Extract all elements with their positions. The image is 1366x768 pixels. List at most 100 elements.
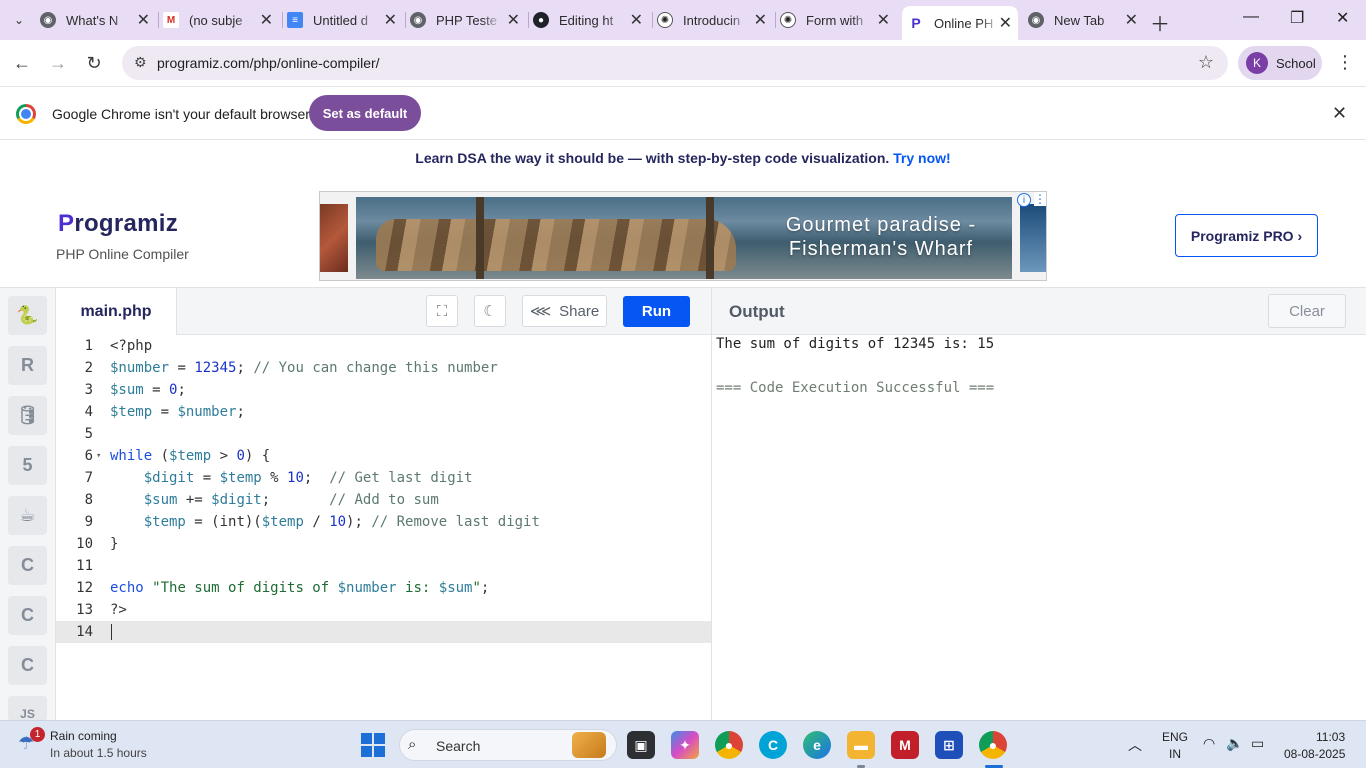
close-tab-icon[interactable]: ✕	[877, 10, 890, 30]
advertisement-banner[interactable]: Gourmet paradise - Fisherman's Wharf i ⋮	[319, 191, 1047, 281]
clock-date[interactable]: 08-08-2025	[1284, 747, 1345, 761]
close-infobar-icon[interactable]: ✕	[1332, 103, 1347, 124]
clear-button[interactable]: Clear	[1268, 294, 1346, 328]
ad-menu-icon[interactable]: ⋮	[1034, 192, 1046, 206]
weather-subtitle: In about 1.5 hours	[50, 746, 147, 760]
tab-title: PHP Teste	[436, 12, 497, 28]
cpp-icon[interactable]: C	[8, 596, 47, 635]
edge-icon[interactable]: e	[803, 731, 831, 759]
bookmark-star-icon[interactable]: ☆	[1198, 52, 1214, 73]
code-line: 12 echo "The sum of digits of $number is…	[56, 577, 711, 599]
share-button[interactable]: ⋘ Share	[522, 295, 607, 327]
windows-taskbar: ☂ 1 Rain coming In about 1.5 hours ⌕ Sea…	[0, 720, 1366, 768]
python-icon[interactable]: 🐍	[8, 296, 47, 335]
code-line: 6 ▾ while ($temp > 0) {	[56, 445, 711, 467]
tab-new-tab[interactable]: ◉ New Tab ✕	[1028, 6, 1144, 34]
close-tab-icon[interactable]: ✕	[999, 13, 1012, 33]
tab-php-tester[interactable]: ◉ PHP Teste ✕	[410, 6, 526, 34]
new-tab-button[interactable]: ＋	[1150, 8, 1170, 37]
tab-docs[interactable]: ≡ Untitled d ✕	[287, 6, 403, 34]
close-tab-icon[interactable]: ✕	[1125, 10, 1138, 30]
chrome-menu-icon[interactable]: ⋮	[1336, 52, 1354, 73]
tab-introducing[interactable]: ✺ Introducin ✕	[657, 6, 773, 34]
ad-headline-line1: Gourmet paradise -	[785, 214, 977, 236]
copilot-icon[interactable]: ✦	[671, 731, 699, 759]
search-highlight-image	[572, 732, 606, 758]
clock-time[interactable]: 11:03	[1316, 730, 1345, 744]
tab-title: Online PH	[934, 15, 994, 31]
tab-online-php-active[interactable]: P Online PH ✕	[902, 6, 1018, 40]
address-bar[interactable]: ⚙ programiz.com/php/online-compiler/ ☆	[122, 46, 1228, 80]
js-icon[interactable]: JS	[8, 696, 47, 721]
profile-button[interactable]: K School	[1238, 46, 1322, 80]
code-line-text: $temp = (int)($temp / 10); // Remove las…	[143, 514, 540, 530]
profile-name: School	[1276, 55, 1316, 71]
chevron-up-icon[interactable]: ︿	[1128, 735, 1142, 755]
share-icon: ⋘	[529, 303, 552, 320]
code-line-text: $temp = $number;	[110, 404, 245, 420]
reload-icon[interactable]: ↻	[81, 50, 107, 76]
chrome-profile-icon[interactable]: ●	[979, 731, 1007, 759]
tab-gmail[interactable]: M (no subje ✕	[163, 6, 279, 34]
promo-banner: Learn DSA the way it should be — with st…	[0, 150, 1366, 166]
tab-whats-new[interactable]: ◉ What's N ✕	[40, 6, 156, 34]
tab-title: (no subje	[189, 12, 243, 28]
close-tab-icon[interactable]: ✕	[384, 10, 397, 30]
programiz-logo[interactable]: Programiz	[58, 210, 178, 238]
chrome-logo-icon	[16, 104, 36, 124]
tab-form-with[interactable]: ✺ Form with ✕	[780, 6, 896, 34]
start-button[interactable]	[361, 733, 385, 757]
url-text[interactable]: programiz.com/php/online-compiler/	[157, 55, 380, 71]
wifi-icon[interactable]: ◠	[1203, 735, 1215, 752]
text-cursor	[111, 624, 112, 640]
programiz-icon: P	[911, 15, 921, 31]
site-info-icon[interactable]: ⚙	[134, 54, 147, 71]
task-view-icon[interactable]: ▣	[627, 731, 655, 759]
output-title: Output	[729, 302, 785, 321]
c-icon[interactable]: C	[8, 546, 47, 585]
csharp-icon[interactable]: C	[8, 646, 47, 685]
code-line-text: $sum = 0;	[110, 382, 186, 398]
code-line: 11	[76, 558, 93, 574]
region-indicator[interactable]: IN	[1169, 747, 1181, 761]
forward-icon[interactable]: →	[45, 50, 71, 76]
taskbar-search[interactable]: ⌕ Search	[399, 729, 617, 761]
html-icon[interactable]: 5	[8, 446, 47, 485]
tab-github[interactable]: ● Editing ht ✕	[533, 6, 649, 34]
restore-icon[interactable]: ❐	[1290, 8, 1304, 28]
try-now-link[interactable]: Try now!	[893, 150, 951, 166]
battery-icon[interactable]: ▭	[1251, 735, 1264, 752]
volume-icon[interactable]: 🔈	[1226, 735, 1243, 752]
close-tab-icon[interactable]: ✕	[630, 10, 643, 30]
back-icon[interactable]: ←	[9, 50, 35, 76]
run-button[interactable]: Run	[623, 296, 690, 327]
java-icon[interactable]: ☕	[8, 496, 47, 535]
sql-icon[interactable]: 🛢	[8, 396, 47, 435]
code-editor[interactable]: 1 <?php 2 $number = 12345; // You can ch…	[56, 335, 711, 720]
set-as-default-button[interactable]: Set as default	[309, 95, 421, 131]
tab-search-button[interactable]: ⌄	[6, 8, 32, 32]
code-line: 4 $temp = $number;	[56, 401, 711, 423]
close-tab-icon[interactable]: ✕	[260, 10, 273, 30]
file-explorer-icon[interactable]: ▬	[847, 731, 875, 759]
tab-title: What's N	[66, 12, 119, 28]
minimize-icon[interactable]: —	[1243, 8, 1259, 26]
close-tab-icon[interactable]: ✕	[754, 10, 767, 30]
r-icon[interactable]: R	[8, 346, 47, 385]
fullscreen-icon[interactable]: ⛶	[426, 295, 458, 327]
microsoft-store-icon[interactable]: ⊞	[935, 731, 963, 759]
weather-title: Rain coming	[50, 729, 117, 743]
close-window-icon[interactable]: ✕	[1336, 8, 1349, 28]
programiz-pro-button[interactable]: Programiz PRO ›	[1175, 214, 1318, 257]
language-indicator[interactable]: ENG	[1162, 730, 1188, 744]
chrome-icon: ◉	[410, 12, 426, 28]
file-tab[interactable]: main.php	[56, 288, 177, 335]
close-tab-icon[interactable]: ✕	[507, 10, 520, 30]
chrome-icon[interactable]: ●	[715, 731, 743, 759]
dark-mode-icon[interactable]: ☾	[474, 295, 506, 327]
close-tab-icon[interactable]: ✕	[137, 10, 150, 30]
ad-info-icon[interactable]: i	[1017, 193, 1031, 207]
canva-icon[interactable]: C	[759, 731, 787, 759]
fold-arrow-icon[interactable]: ▾	[96, 445, 101, 467]
mcafee-icon[interactable]: M	[891, 731, 919, 759]
